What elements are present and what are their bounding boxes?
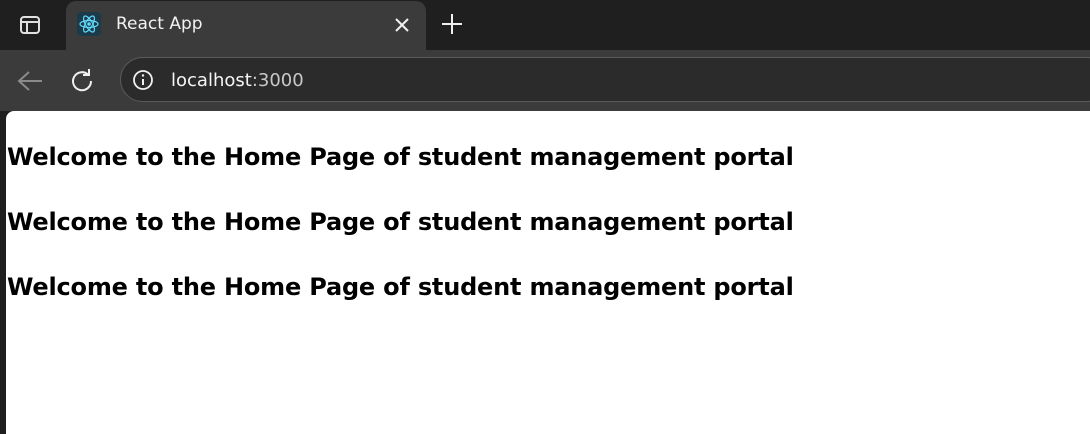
address-bar[interactable]: localhost:3000: [120, 57, 1090, 102]
react-logo-icon: [77, 12, 101, 36]
arrow-left-icon[interactable]: [11, 62, 49, 100]
toolbar: localhost:3000: [0, 50, 1090, 111]
info-icon[interactable]: [131, 68, 155, 92]
close-icon[interactable]: [388, 11, 416, 39]
reload-icon[interactable]: [64, 62, 102, 100]
plus-icon[interactable]: [434, 6, 470, 42]
welcome-heading: Welcome to the Home Page of student mana…: [7, 143, 794, 171]
sidebar-toggle-icon[interactable]: [10, 6, 50, 44]
welcome-heading: Welcome to the Home Page of student mana…: [7, 273, 794, 301]
tab-react-app[interactable]: React App: [66, 1, 426, 50]
url-text[interactable]: localhost:3000: [171, 70, 304, 91]
tab-strip: React App: [0, 0, 1090, 50]
browser-window: React App localhost:3000 Welcome to the …: [0, 0, 1090, 434]
url-port: :3000: [251, 70, 304, 91]
page-viewport: Welcome to the Home Page of student mana…: [6, 111, 1090, 434]
url-host: localhost: [171, 70, 252, 91]
tab-title: React App: [116, 14, 203, 34]
welcome-heading: Welcome to the Home Page of student mana…: [7, 208, 794, 236]
